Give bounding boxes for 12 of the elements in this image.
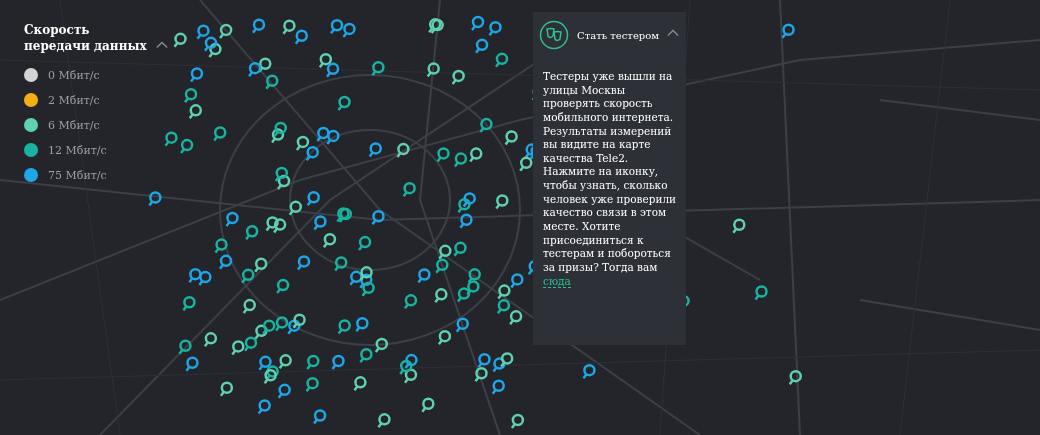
legend-label: 6 Мбит/с (48, 118, 100, 132)
panel-paragraph: Тестеры уже вышли на улицы Москвы проверять скорость мобильного интернета. Результаты измерений вы видите на карте качества Tele2. Нажмите на иконку, чтобы узнать, сколько человек уже проверили качество связи в этом месте. Хотите присоединиться к тестерам и побороться за призы? Тогда вам сюда (543, 70, 678, 289)
collapse-chevron-icon[interactable] (156, 41, 168, 50)
collapse-chevron-icon[interactable] (667, 28, 679, 37)
legend-label: 75 Мбит/с (48, 168, 107, 182)
theater-masks-icon (539, 20, 569, 50)
legend-title: Скорость передачи данных (24, 22, 148, 55)
link[interactable]: сюда (543, 274, 571, 288)
legend-label: 0 Мбит/с (48, 68, 100, 82)
panel-title[interactable]: Стать тестером (577, 29, 659, 41)
legend-label: 12 Мбит/с (48, 143, 107, 157)
legend-label: 2 Мбит/с (48, 93, 100, 107)
